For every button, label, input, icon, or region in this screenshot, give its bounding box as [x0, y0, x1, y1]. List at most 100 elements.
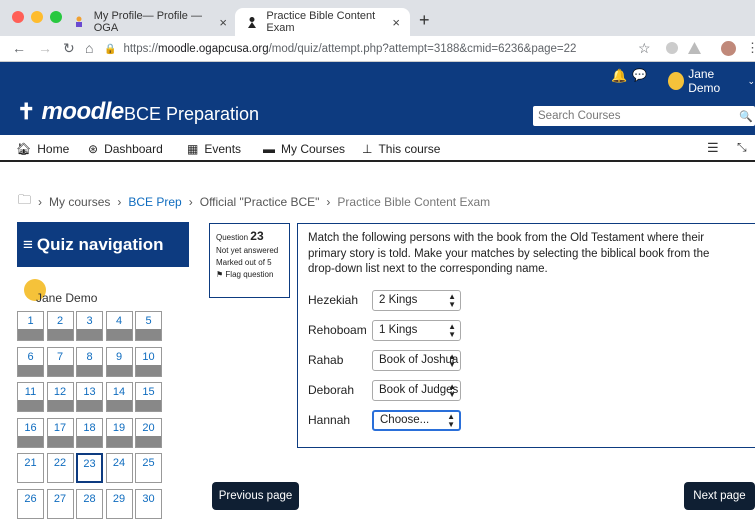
- answer-state-indicator: [77, 400, 102, 411]
- match-row: Rehoboam 1 Kings ▲ ▼: [308, 320, 461, 341]
- answer-state-indicator: [106, 400, 132, 411]
- home-browser-icon[interactable]: ⌂: [85, 40, 93, 56]
- search-icon[interactable]: 🔍: [739, 110, 753, 123]
- quiz-nav-button[interactable]: 20: [135, 417, 162, 448]
- quiz-nav-button[interactable]: 7: [46, 346, 74, 377]
- menu-item-my-courses[interactable]: ▬ My Courses: [263, 142, 345, 156]
- breadcrumb-official-practice[interactable]: Official "Practice BCE": [200, 195, 320, 209]
- quiz-nav-button[interactable]: 1: [17, 311, 44, 341]
- new-tab-button[interactable]: +: [419, 10, 430, 31]
- moodle-logo[interactable]: ✝ moodle: [17, 98, 124, 126]
- menu-item-home[interactable]: 🏠︎ Home: [16, 142, 69, 156]
- menu-item-events[interactable]: ▦ Events: [187, 142, 241, 156]
- quiz-nav-button[interactable]: 22: [46, 453, 74, 483]
- minimize-window-button[interactable]: [31, 11, 43, 23]
- user-menu[interactable]: Jane Demo ⌄: [668, 67, 755, 95]
- close-tab-icon[interactable]: ×: [219, 15, 227, 30]
- answer-state-indicator: [47, 435, 73, 447]
- chrome-menu-icon[interactable]: ⋮: [746, 40, 755, 56]
- match-select[interactable]: 1 Kings ▲ ▼: [372, 320, 461, 341]
- menu-item-dashboard[interactable]: ⊛ Dashboard: [88, 142, 163, 156]
- menu-label: My Courses: [281, 142, 346, 156]
- answer-state-indicator: [77, 329, 102, 340]
- breadcrumb-current: Practice Bible Content Exam: [337, 195, 491, 209]
- collapse-icon[interactable]: ⤡: [737, 140, 747, 155]
- previous-page-button[interactable]: Previous page: [212, 482, 299, 510]
- bookmark-star-icon[interactable]: ☆: [638, 40, 651, 57]
- quiz-nav-user-name[interactable]: Jane Demo: [36, 291, 97, 305]
- user-avatar: [668, 72, 685, 90]
- match-select[interactable]: Book of Judges ▲ ▼: [372, 380, 461, 401]
- browser-tab-exam[interactable]: Practice Bible Content Exam ×: [235, 8, 410, 36]
- quiz-nav-button[interactable]: 11: [17, 382, 44, 412]
- next-page-button[interactable]: Next page: [684, 482, 755, 510]
- breadcrumb-bce-prep[interactable]: BCE Prep: [128, 195, 181, 209]
- address-toolbar: ← → ↻ ⌂ 🔒 https://moodle.ogapcusa.org/mo…: [0, 36, 755, 62]
- quiz-nav-button[interactable]: 12: [46, 382, 74, 412]
- menu-icon: ≡: [23, 234, 33, 254]
- quiz-nav-button[interactable]: 10: [135, 346, 162, 377]
- site-brand-bar: ✝ moodle BCE Preparation Search Courses …: [0, 92, 755, 135]
- close-window-button[interactable]: [12, 11, 24, 23]
- quiz-nav-button[interactable]: 13: [76, 382, 103, 412]
- quiz-nav-button[interactable]: 16: [17, 417, 44, 448]
- quiz-nav-button[interactable]: 30: [135, 488, 162, 519]
- answer-state-indicator: [136, 329, 161, 340]
- profile-avatar-icon[interactable]: [721, 41, 736, 56]
- quiz-nav-button[interactable]: 4: [105, 311, 133, 341]
- quiz-nav-button[interactable]: 2: [46, 311, 74, 341]
- quiz-nav-button[interactable]: 17: [46, 417, 74, 448]
- quiz-nav-button-label: 13: [83, 386, 96, 398]
- quiz-nav-button[interactable]: 15: [135, 382, 162, 412]
- close-tab-icon[interactable]: ×: [392, 15, 400, 30]
- quiz-nav-button[interactable]: 26: [17, 488, 44, 519]
- quiz-nav-button[interactable]: 24: [105, 453, 133, 483]
- quiz-navigation-header: ≡ Quiz navigation: [17, 222, 189, 267]
- quiz-nav-button[interactable]: 5: [135, 311, 162, 341]
- select-arrows-icon: ▲ ▼: [448, 351, 456, 369]
- breadcrumb-my-courses[interactable]: My courses: [49, 195, 110, 209]
- question-marks: Marked out of 5: [216, 257, 272, 267]
- quiz-nav-button[interactable]: 23: [76, 453, 103, 483]
- quiz-nav-button[interactable]: 29: [105, 488, 133, 519]
- flag-label: Flag question: [225, 269, 274, 279]
- folder-icon: 🗀: [18, 192, 32, 207]
- extension-icon[interactable]: [666, 42, 678, 54]
- site-title[interactable]: BCE Preparation: [124, 104, 259, 125]
- back-icon[interactable]: ←: [12, 40, 26, 56]
- quiz-nav-button[interactable]: 25: [135, 453, 162, 483]
- zoom-window-button[interactable]: [50, 11, 62, 23]
- quiz-nav-button[interactable]: 18: [76, 417, 103, 448]
- match-row: Hezekiah 2 Kings ▲ ▼: [308, 290, 461, 311]
- match-select[interactable]: Book of Joshua ▲ ▼: [372, 350, 461, 371]
- match-select[interactable]: Choose... ▲ ▼: [372, 410, 461, 431]
- moodle-favicon-icon: [245, 15, 258, 29]
- quiz-nav-button-label: 24: [112, 457, 126, 469]
- indent-toggle-icon[interactable]: ☰: [707, 140, 719, 156]
- quiz-nav-button-label: 25: [142, 457, 155, 469]
- quiz-nav-button[interactable]: 19: [105, 417, 133, 448]
- quiz-nav-button[interactable]: 28: [76, 488, 103, 519]
- quiz-nav-button[interactable]: 8: [76, 346, 103, 377]
- quiz-nav-button[interactable]: 6: [17, 346, 44, 377]
- url-bar[interactable]: 🔒 https://moodle.ogapcusa.org/mod/quiz/a…: [104, 39, 664, 59]
- flag-question-link[interactable]: ⚑ Flag question: [216, 269, 283, 281]
- match-select[interactable]: 2 Kings ▲ ▼: [372, 290, 461, 311]
- quiz-nav-button[interactable]: 21: [17, 453, 44, 483]
- quiz-nav-button-label: 19: [112, 421, 126, 434]
- notifications-bell-icon[interactable]: 🔔: [611, 68, 627, 84]
- search-courses-input[interactable]: Search Courses 🔍: [533, 106, 755, 126]
- quiz-nav-button[interactable]: 9: [105, 346, 133, 377]
- forward-icon[interactable]: →: [38, 40, 52, 56]
- quiz-nav-button[interactable]: 3: [76, 311, 103, 341]
- quiz-nav-button[interactable]: 14: [105, 382, 133, 412]
- quiz-nav-button[interactable]: 27: [46, 488, 74, 519]
- courses-icon: ▬: [263, 142, 275, 156]
- reload-icon[interactable]: ↻: [63, 40, 75, 57]
- messages-icon[interactable]: 💬: [632, 68, 647, 82]
- answer-state-indicator: [136, 364, 161, 376]
- browser-tab-profile[interactable]: My Profile— Profile — OGA ×: [62, 8, 237, 36]
- tab-title: Practice Bible Content Exam: [266, 10, 376, 34]
- menu-item-this-course[interactable]: ⊥ This course: [362, 142, 440, 156]
- drive-icon[interactable]: [688, 42, 701, 54]
